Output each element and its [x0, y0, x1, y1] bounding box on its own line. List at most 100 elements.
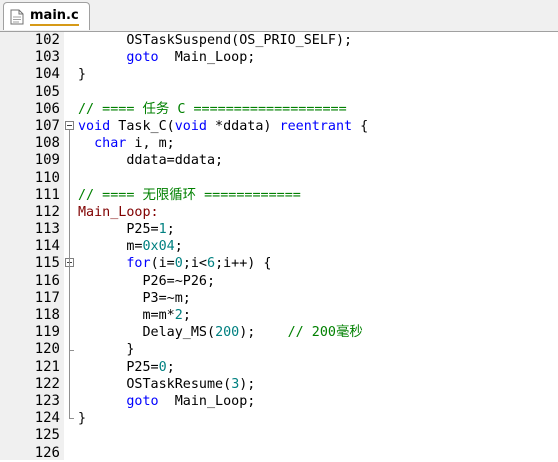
code-line[interactable]: 123 goto Main_Loop;	[0, 393, 558, 410]
code-text: Delay_MS(200); // 200毫秒	[78, 324, 363, 341]
line-number: 118	[34, 307, 60, 323]
code-line[interactable]: 126	[0, 445, 558, 462]
code-text: P25=0;	[78, 359, 175, 376]
line-number: 114	[34, 238, 60, 255]
code-token: 200	[215, 325, 240, 341]
code-token: ;	[182, 308, 191, 323]
line-number: 111	[34, 186, 60, 203]
code-text: for(i=0;i<6;i++) {	[78, 255, 271, 272]
line-number: 116	[34, 272, 60, 289]
code-text: ddata=ddata;	[78, 152, 223, 169]
code-token: char	[94, 136, 127, 152]
code-line[interactable]: 103 goto Main_Loop;	[0, 49, 558, 66]
line-number: 103	[34, 49, 60, 66]
line-number: 102	[34, 32, 60, 48]
line-number: 115	[34, 255, 60, 272]
code-token: {	[352, 118, 369, 134]
code-line[interactable]: 121 P25=0;	[0, 359, 558, 376]
code-token: 0x04	[142, 239, 175, 255]
line-number: 105	[34, 83, 60, 100]
line-number: 123	[34, 392, 60, 409]
code-token: ;	[166, 359, 175, 375]
code-token: Main_Loop;	[158, 50, 256, 66]
line-number: 125	[34, 427, 60, 444]
code-line[interactable]: 109 ddata=ddata;	[0, 152, 558, 169]
code-line[interactable]: 104}	[0, 66, 558, 83]
code-line[interactable]: 113 P25=1;	[0, 221, 558, 238]
code-token: for	[126, 256, 151, 272]
code-token: Delay_MS(	[78, 325, 216, 341]
code-token: }	[78, 411, 87, 427]
code-token: goto	[126, 393, 159, 409]
code-line[interactable]: 115 for(i=0;i<6;i++) {	[0, 255, 558, 272]
line-number: 107	[34, 117, 60, 134]
code-line[interactable]: 114 m=0x04;	[0, 238, 558, 255]
code-token: P25=	[78, 222, 159, 238]
code-line[interactable]: 111 // ==== 无限循环 ============	[0, 187, 558, 204]
code-line[interactable]: 125	[0, 427, 558, 444]
line-number: 109	[34, 152, 60, 169]
code-token: ;i<	[182, 256, 207, 272]
fold-end-tick	[69, 418, 74, 420]
code-text: }	[78, 410, 86, 427]
code-line[interactable]: 124}	[0, 410, 558, 427]
code-text: m=m*2;	[78, 307, 191, 324]
code-line[interactable]: 120 }	[0, 341, 558, 358]
code-text: OSTaskSuspend(OS_PRIO_SELF);	[78, 32, 352, 49]
code-line[interactable]: 112 Main_Loop:	[0, 204, 558, 221]
code-token: // 200毫秒	[287, 325, 363, 341]
c-file-icon	[10, 9, 24, 24]
code-token: }	[78, 342, 135, 358]
code-token: (i=	[150, 256, 175, 272]
code-text: P25=1;	[78, 221, 175, 238]
line-number: 121	[34, 358, 60, 375]
code-line[interactable]: 119 Delay_MS(200); // 200毫秒	[0, 324, 558, 341]
line-number: 113	[34, 221, 60, 238]
code-token: Task_C(	[110, 118, 175, 134]
code-line[interactable]: 116 P26=~P26;	[0, 273, 558, 290]
code-token: reentrant	[279, 118, 353, 134]
code-line[interactable]: 102 OSTaskSuspend(OS_PRIO_SELF);	[0, 32, 558, 49]
code-token: 0	[158, 359, 167, 375]
code-token: );	[239, 376, 256, 392]
tab-label: main.c	[30, 8, 79, 26]
code-text: P3=~m;	[78, 290, 190, 307]
code-line[interactable]: 110	[0, 170, 558, 187]
code-line[interactable]: 122 OSTaskResume(3);	[0, 376, 558, 393]
code-line[interactable]: 106 // ==== 任务 C ===================	[0, 101, 558, 118]
code-token: m=	[78, 239, 143, 255]
code-text: m=0x04;	[78, 238, 183, 255]
line-number: 126	[34, 444, 60, 461]
line-number: 122	[34, 375, 60, 392]
code-token: ;	[174, 239, 183, 255]
code-lines: 102 OSTaskSuspend(OS_PRIO_SELF); 103 goto…	[0, 32, 558, 462]
code-token: ;	[166, 222, 175, 238]
code-text: // ==== 任务 C ===================	[78, 101, 347, 118]
code-token: 1	[158, 222, 167, 238]
code-token: // ==== 无限循环 ============	[78, 187, 301, 203]
line-number: 112	[34, 203, 60, 220]
tab-bar: main.c	[0, 0, 558, 32]
code-token: P26=~P26;	[78, 273, 216, 289]
code-text: // ==== 无限循环 ============	[78, 187, 301, 204]
code-line[interactable]: 107 void Task_C(void *ddata) reentrant {	[0, 118, 558, 135]
line-number: 117	[34, 289, 60, 306]
code-token: goto	[126, 50, 159, 66]
code-editor[interactable]: 102 OSTaskSuspend(OS_PRIO_SELF); 103 goto…	[0, 32, 558, 462]
code-text: Main_Loop:	[78, 204, 159, 221]
fold-toggle-icon[interactable]	[65, 120, 74, 130]
code-token: 6	[207, 256, 216, 272]
code-token: );	[239, 325, 288, 341]
line-number: 104	[34, 66, 60, 83]
code-line[interactable]: 105	[0, 84, 558, 101]
code-text: goto Main_Loop;	[78, 393, 255, 410]
code-token: 2	[174, 308, 183, 323]
code-token: void	[78, 118, 111, 134]
code-line[interactable]: 118 m=m*2;	[0, 307, 558, 324]
code-line[interactable]: 117 P3=~m;	[0, 290, 558, 307]
tab-main-c[interactable]: main.c	[3, 2, 90, 30]
code-line[interactable]: 108 char i, m;	[0, 135, 558, 152]
code-token: m=m*	[78, 308, 175, 323]
